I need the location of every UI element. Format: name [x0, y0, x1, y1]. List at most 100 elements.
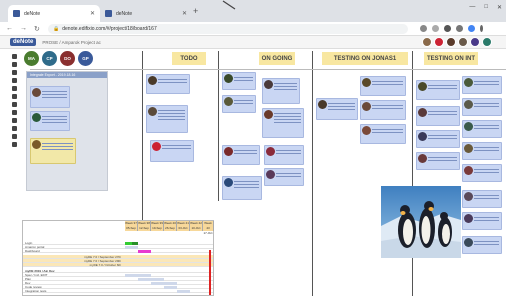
close-window-icon[interactable]: ✕ — [497, 4, 502, 11]
task-card[interactable] — [222, 145, 260, 165]
reload-icon[interactable]: ↻ — [34, 25, 42, 33]
avatar — [362, 102, 371, 111]
tool-icon[interactable] — [12, 102, 17, 107]
team-avatar[interactable]: CP — [42, 51, 57, 66]
task-card[interactable] — [462, 120, 502, 138]
task-card[interactable] — [262, 78, 300, 104]
refresh-extension-icon[interactable] — [456, 25, 463, 32]
tool-icon[interactable] — [12, 70, 17, 75]
task-card[interactable] — [30, 111, 70, 131]
task-card[interactable] — [264, 145, 304, 165]
app-logo[interactable]: deNote — [10, 38, 37, 46]
task-card[interactable] — [462, 212, 502, 230]
avatar — [224, 74, 233, 83]
avatar — [32, 140, 41, 149]
task-card[interactable] — [360, 76, 406, 96]
task-card[interactable] — [262, 108, 304, 138]
minimize-icon[interactable]: — — [469, 4, 475, 11]
avatar[interactable] — [470, 37, 480, 47]
tab-title: deNote — [116, 10, 133, 17]
avatar[interactable] — [458, 37, 468, 47]
avatar — [362, 78, 371, 87]
tool-icon[interactable] — [12, 110, 17, 115]
avatar[interactable] — [446, 37, 456, 47]
task-card[interactable] — [462, 236, 502, 254]
avatar — [224, 178, 233, 187]
task-card[interactable] — [30, 86, 70, 108]
task-card[interactable] — [146, 74, 190, 94]
gantt-week-header: Week 38 12-Sep — [138, 221, 151, 231]
tool-icon[interactable] — [12, 118, 17, 123]
column-header-ongoing[interactable]: ON GOING — [259, 52, 295, 65]
avatar[interactable] — [434, 37, 444, 47]
task-card[interactable] — [150, 140, 194, 162]
extension-icon[interactable] — [444, 25, 451, 32]
tool-icon[interactable] — [12, 142, 17, 147]
avatar — [464, 100, 473, 109]
penguin-image[interactable] — [381, 186, 461, 258]
browser-tab-2[interactable]: deNote ✕ — [100, 5, 192, 22]
task-card[interactable] — [360, 124, 406, 144]
close-tab-icon[interactable]: ✕ — [182, 10, 187, 17]
mouse-cursor-icon — [222, 0, 236, 10]
gantt-bar — [151, 282, 177, 285]
zoom-icon[interactable] — [420, 25, 427, 32]
task-card[interactable] — [222, 176, 262, 200]
browser-tab-strip: deNote ✕ deNote ✕ + — □ ✕ — [0, 0, 506, 22]
task-card[interactable] — [30, 138, 76, 164]
avatar — [464, 238, 473, 247]
back-icon[interactable]: ← — [6, 25, 14, 32]
task-card[interactable] — [416, 80, 460, 100]
task-card[interactable] — [462, 98, 502, 116]
tool-icon[interactable] — [12, 94, 17, 99]
task-card[interactable] — [360, 100, 406, 120]
column-header-testing-int[interactable]: TESTING ON INT — [424, 52, 478, 65]
task-card[interactable] — [462, 164, 502, 182]
tool-icon[interactable] — [12, 126, 17, 131]
team-avatar[interactable]: GP — [78, 51, 93, 66]
breadcrumb[interactable]: PROSE / Amparok Project ac — [42, 40, 101, 45]
new-tab-icon[interactable]: + — [193, 6, 198, 16]
task-card[interactable] — [416, 106, 460, 126]
column-header-testing-jonas1[interactable]: TESTING ON JONAS1 — [322, 52, 408, 65]
menu-icon[interactable] — [480, 25, 483, 32]
backlog-title: Integrale Export - 2019.18.16 — [27, 72, 107, 78]
avatar[interactable] — [482, 37, 492, 47]
avatar[interactable] — [422, 37, 432, 47]
gantt-row[interactable]: Dashboard — [23, 249, 213, 253]
task-card[interactable] — [222, 72, 256, 90]
close-tab-icon[interactable]: ✕ — [90, 10, 95, 17]
column-header-todo[interactable]: TODO — [172, 52, 206, 65]
avatar — [464, 166, 473, 175]
gantt-chart: Week 37 05-Sep Week 38 12-Sep Week 39 19-Se… — [22, 220, 214, 296]
gantt-row[interactable]: myDE 7.0 / October 6th — [23, 263, 213, 267]
task-card[interactable] — [416, 152, 460, 170]
task-card[interactable] — [462, 76, 502, 94]
forward-icon[interactable]: → — [20, 25, 28, 32]
team-avatar[interactable]: DO — [60, 51, 75, 66]
team-avatar[interactable]: MA — [24, 51, 39, 66]
avatar — [264, 110, 273, 119]
task-card[interactable] — [316, 98, 358, 120]
task-card[interactable] — [462, 190, 502, 208]
browser-tab-1[interactable]: deNote ✕ — [8, 5, 100, 22]
tool-icon[interactable] — [12, 134, 17, 139]
maximize-icon[interactable]: □ — [484, 4, 488, 11]
task-card[interactable] — [416, 130, 460, 148]
avatar — [418, 82, 427, 91]
avatar — [224, 147, 233, 156]
task-card[interactable] — [462, 142, 502, 160]
avatar — [362, 126, 371, 135]
lock-icon: 🔒 — [53, 25, 60, 32]
task-card[interactable] — [146, 105, 188, 133]
tool-icon[interactable] — [12, 78, 17, 83]
tool-icon[interactable] — [12, 62, 17, 67]
star-icon[interactable] — [432, 25, 439, 32]
tool-icon[interactable] — [12, 54, 17, 59]
gantt-bar — [125, 246, 138, 249]
tool-icon[interactable] — [12, 86, 17, 91]
url-field[interactable]: 🔒 denote.edifixio.com/#/project/18/board… — [48, 23, 408, 34]
task-card[interactable] — [222, 95, 256, 113]
task-card[interactable] — [264, 168, 304, 186]
profile-icon[interactable] — [468, 25, 475, 32]
